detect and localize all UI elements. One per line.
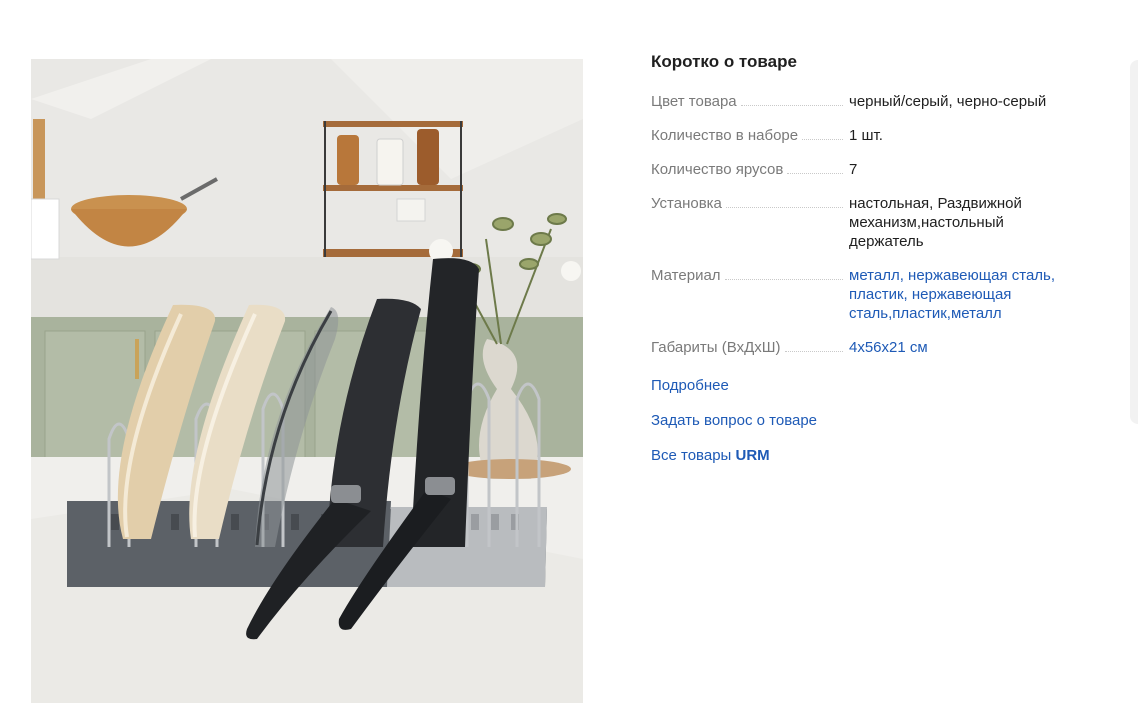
- spec-value: 7: [849, 161, 858, 178]
- spec-label: Количество в наборе: [651, 127, 799, 144]
- summary-links: Подробнее Задать вопрос о товаре Все тов…: [651, 376, 1091, 465]
- spec-name: Количество в наборе: [651, 126, 849, 145]
- spec-row-quantity: Количество в наборе 1 шт.: [651, 126, 1091, 145]
- spec-row-tiers: Количество ярусов 7: [651, 160, 1091, 179]
- spec-dots: [725, 207, 843, 208]
- spec-value: настольная, Раздвижной механизм,настольн…: [849, 195, 1022, 250]
- spec-dots: [784, 351, 843, 352]
- spec-label: Материал: [651, 267, 721, 284]
- spec-value: черный/серый, черно-серый: [849, 93, 1047, 110]
- spec-name: Установка: [651, 194, 849, 213]
- spec-row-material: Материал металл, нержавеющая сталь, плас…: [651, 266, 1091, 323]
- spec-label: Количество ярусов: [651, 161, 784, 178]
- spec-name: Цвет товара: [651, 92, 849, 111]
- product-summary: Коротко о товаре Цвет товара черный/серы…: [651, 50, 1091, 481]
- spec-label: Габариты (ВхДхШ): [651, 339, 781, 356]
- summary-title: Коротко о товаре: [651, 52, 797, 71]
- spec-label: Цвет товара: [651, 93, 737, 110]
- material-link[interactable]: металл, нержавеющая сталь, пластик, нерж…: [849, 266, 1074, 323]
- dimensions-link[interactable]: 4x56x21 см: [849, 338, 1074, 357]
- more-details-link[interactable]: Подробнее: [651, 376, 1091, 395]
- spec-dots: [787, 173, 843, 174]
- side-panel-edge: [1130, 60, 1138, 424]
- product-photo-illustration: [31, 59, 583, 703]
- spec-label: Установка: [651, 195, 722, 212]
- spec-dots: [802, 139, 843, 140]
- spec-dots: [724, 279, 843, 280]
- spec-value: 1 шт.: [849, 127, 883, 144]
- all-goods-prefix: Все товары: [651, 447, 732, 464]
- spec-row-installation: Установка настольная, Раздвижной механиз…: [651, 194, 1091, 251]
- spec-name: Габариты (ВхДхШ): [651, 338, 849, 357]
- spec-name: Материал: [651, 266, 849, 285]
- spec-name: Количество ярусов: [651, 160, 849, 179]
- spec-dots: [740, 105, 843, 106]
- ask-question-link[interactable]: Задать вопрос о товаре: [651, 411, 1091, 430]
- spec-row-dimensions: Габариты (ВхДхШ) 4x56x21 см: [651, 338, 1091, 357]
- all-brand-goods-link[interactable]: Все товары URM: [651, 446, 1091, 465]
- spec-row-color: Цвет товара черный/серый, черно-серый: [651, 92, 1091, 111]
- product-photo[interactable]: [31, 59, 583, 703]
- brand-name: URM: [735, 447, 770, 464]
